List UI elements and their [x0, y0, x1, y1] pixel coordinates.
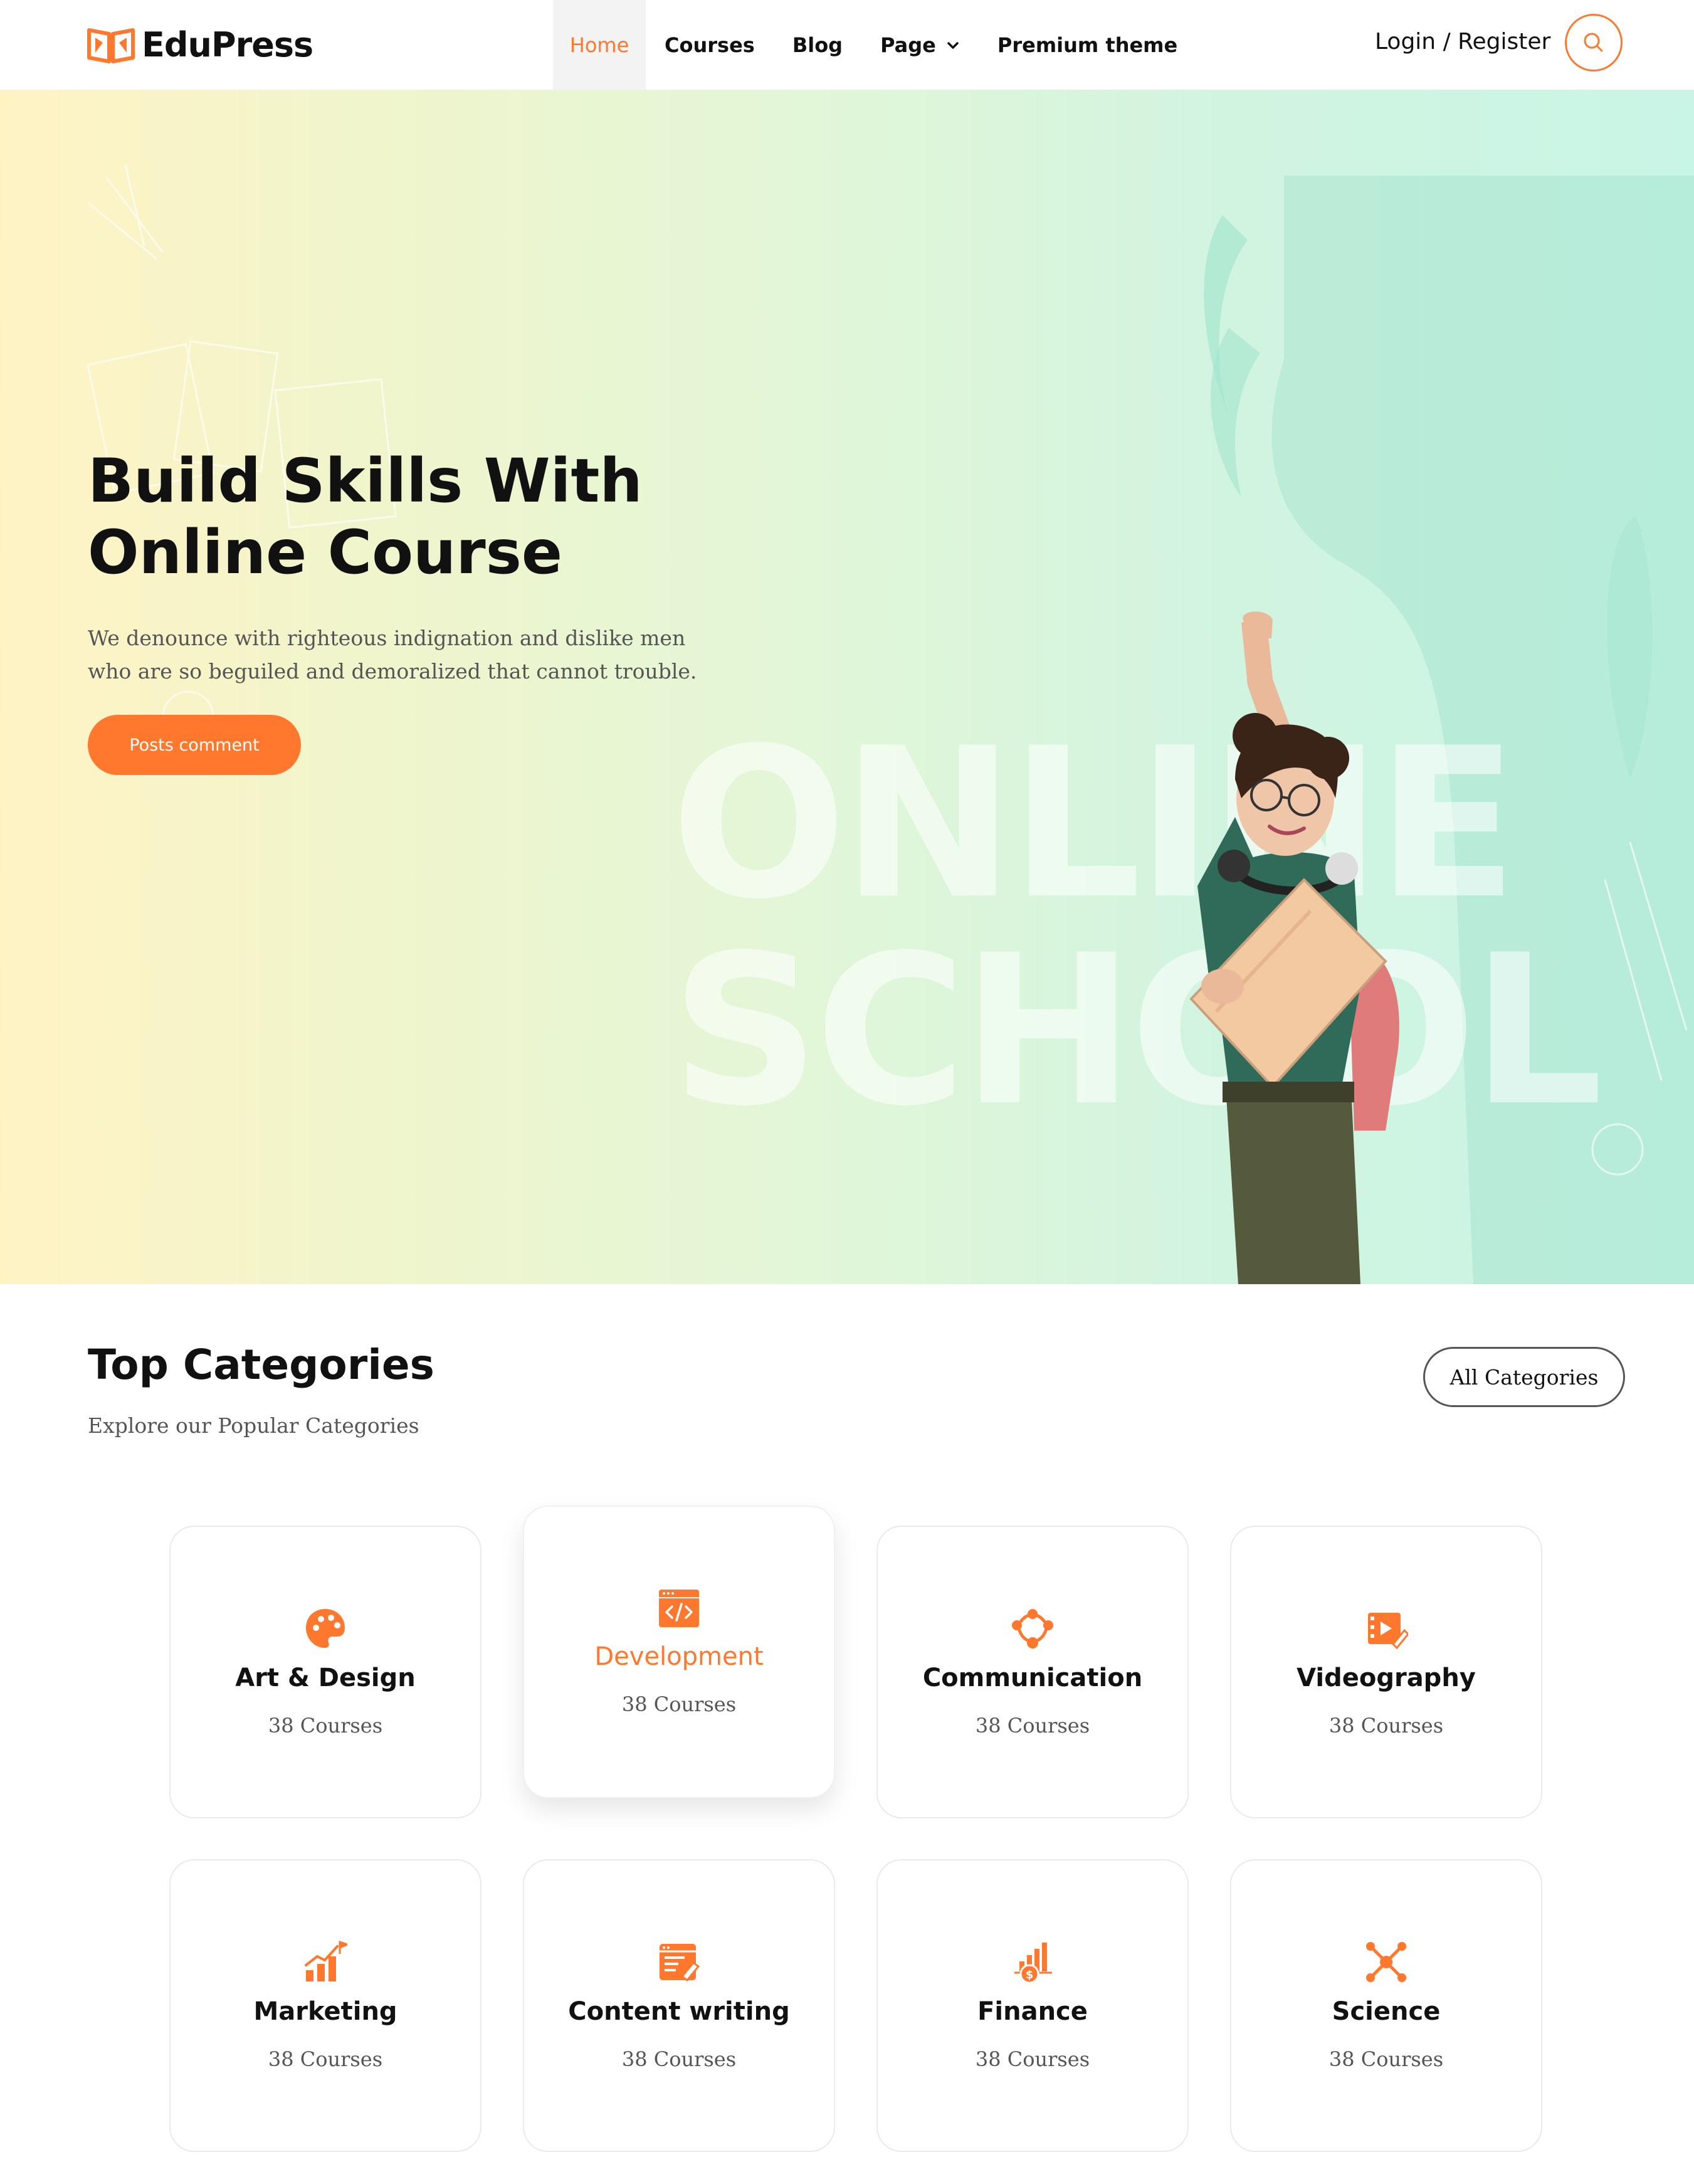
categories-title: Top Categories	[88, 1341, 434, 1389]
svg-text:$: $	[1026, 1968, 1034, 1981]
category-count: 38 Courses	[975, 1714, 1090, 1738]
hero-subtitle: We denounce with righteous indignation a…	[88, 626, 697, 683]
category-card-development[interactable]: Development 38 Courses	[523, 1506, 835, 1798]
category-name: Videography	[1297, 1664, 1476, 1692]
chevron-down-icon	[947, 41, 959, 49]
category-card-videography[interactable]: Videography 38 Courses	[1230, 1526, 1542, 1818]
category-name: Finance	[977, 1997, 1088, 2026]
growth-chart-icon	[305, 1940, 347, 1981]
category-card-marketing[interactable]: Marketing 38 Courses	[169, 1859, 481, 2152]
hero-title-line2: Online Course	[88, 517, 562, 588]
category-card-finance[interactable]: $ Finance 38 Courses	[876, 1859, 1189, 2152]
category-name: Development	[594, 1642, 764, 1671]
category-name: Art & Design	[235, 1664, 416, 1692]
hero-title-line1: Build Skills With	[88, 446, 643, 516]
login-register-link[interactable]: Login / Register	[1375, 29, 1550, 55]
category-count: 38 Courses	[621, 2047, 737, 2071]
people-network-icon	[1012, 1609, 1053, 1649]
category-count: 38 Courses	[1328, 2047, 1444, 2071]
student-photo	[1189, 611, 1399, 1284]
logo[interactable]: EduPress	[87, 23, 313, 66]
category-card-science[interactable]: Science 38 Courses	[1230, 1859, 1542, 2152]
hero-section: ONLINE SCHOOL Build Skills With Online C…	[0, 90, 1694, 1284]
main-nav: Home Courses Blog Page Premium theme	[553, 0, 1196, 90]
nav-page[interactable]: Page	[861, 0, 979, 90]
hero-cta-button[interactable]: Posts comment	[88, 715, 301, 775]
code-window-icon	[659, 1590, 699, 1627]
nav-premium-theme[interactable]: Premium theme	[979, 0, 1196, 90]
content-writing-icon	[660, 1944, 700, 1982]
nav-page-label: Page	[880, 33, 936, 57]
finance-chart-icon: $	[1014, 1943, 1052, 1984]
search-icon	[1584, 33, 1603, 52]
all-categories-button[interactable]: All Categories	[1423, 1347, 1625, 1407]
category-name: Marketing	[253, 1997, 397, 2026]
category-count: 38 Courses	[1328, 1714, 1444, 1738]
categories-subtitle: Explore our Popular Categories	[88, 1413, 419, 1438]
category-count: 38 Courses	[975, 2047, 1090, 2071]
category-card-art-design[interactable]: Art & Design 38 Courses	[169, 1526, 481, 1818]
book-logo-icon	[87, 28, 135, 63]
video-edit-icon	[1368, 1613, 1408, 1650]
category-count: 38 Courses	[621, 1692, 737, 1716]
nav-premium-label: Premium theme	[997, 33, 1178, 57]
category-name: Communication	[922, 1664, 1143, 1692]
nav-home-label: Home	[569, 33, 629, 57]
nav-courses[interactable]: Courses	[646, 0, 774, 90]
category-count: 38 Courses	[268, 1714, 383, 1738]
category-count: 38 Courses	[268, 2047, 383, 2071]
molecule-icon	[1366, 1942, 1406, 1982]
search-button[interactable]	[1565, 14, 1623, 71]
category-card-communication[interactable]: Communication 38 Courses	[876, 1526, 1189, 1818]
logo-text: EduPress	[142, 24, 313, 65]
category-name: Science	[1332, 1997, 1441, 2026]
nav-blog[interactable]: Blog	[774, 0, 861, 90]
category-name: Content writing	[568, 1997, 790, 2026]
nav-courses-label: Courses	[665, 33, 755, 57]
palette-icon	[306, 1609, 345, 1648]
hero-title: Build Skills With Online Course	[88, 445, 715, 588]
category-card-content-writing[interactable]: Content writing 38 Courses	[523, 1859, 835, 2152]
nav-blog-label: Blog	[792, 33, 843, 57]
nav-home[interactable]: Home	[553, 0, 646, 90]
site-header: EduPress Home Courses Blog Page Premium …	[0, 0, 1694, 90]
